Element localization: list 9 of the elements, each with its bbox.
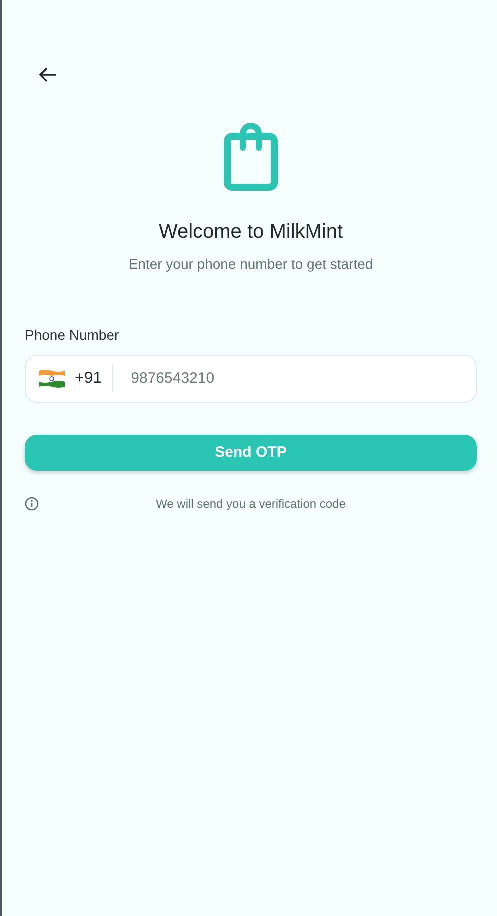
phone-label: Phone Number bbox=[25, 326, 120, 345]
info-icon bbox=[25, 497, 39, 511]
country-code[interactable]: +91 bbox=[75, 365, 114, 393]
info-text: We will send you a verification code bbox=[155, 496, 347, 513]
phone-field[interactable]: +91 9876543210 bbox=[25, 355, 477, 403]
subtitle-text: Enter your phone number to get started bbox=[128, 255, 374, 274]
welcome-title: Welcome to MilkMint bbox=[158, 220, 344, 244]
shopping-bag-icon bbox=[221, 122, 281, 192]
india-flag-icon bbox=[38, 369, 66, 389]
